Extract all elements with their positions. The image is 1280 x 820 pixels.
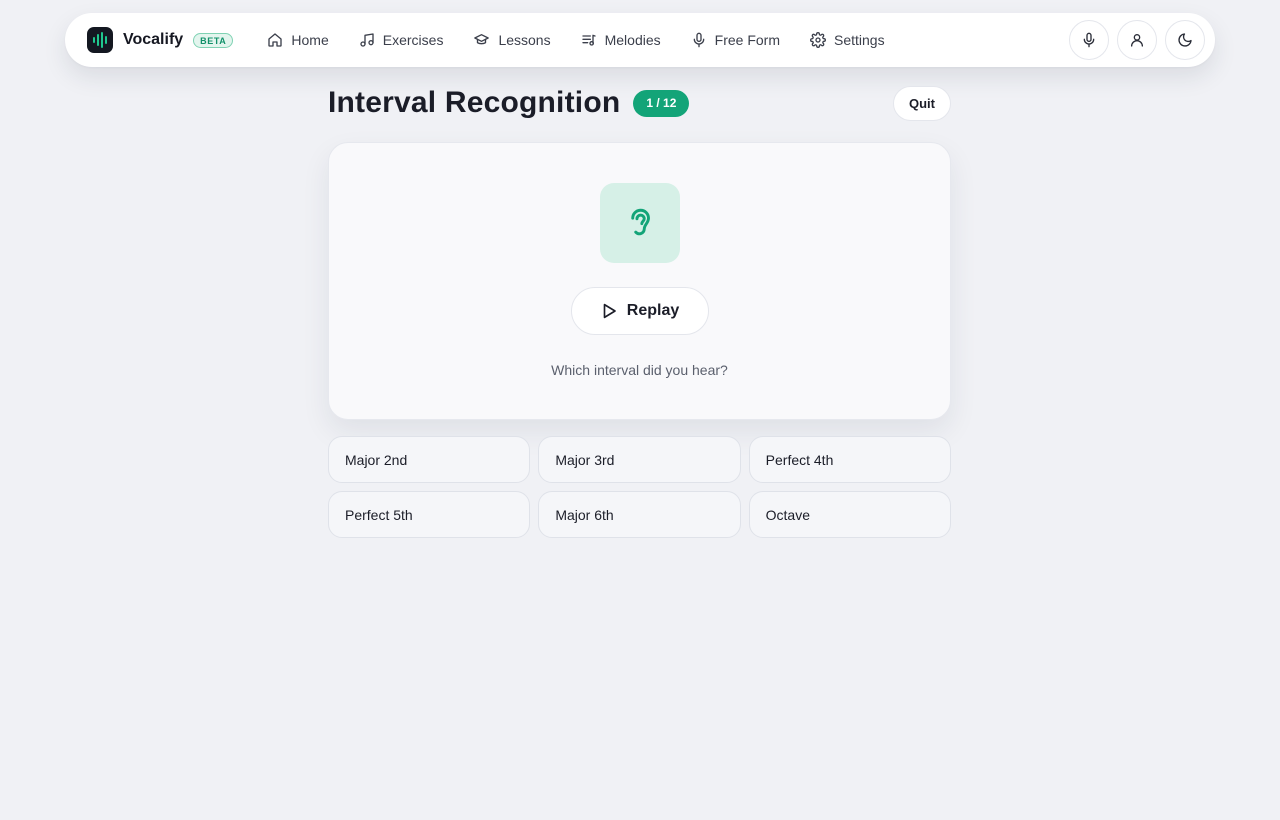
music-list-icon — [581, 34, 596, 46]
brand[interactable]: Vocalify BETA — [87, 27, 234, 53]
nav-item-label: Melodies — [604, 32, 661, 48]
microphone-icon — [1083, 32, 1095, 48]
ear-icon — [630, 208, 650, 236]
question-prompt: Which interval did you hear? — [551, 362, 728, 378]
answer-options: Major 2nd Major 3rd Perfect 4th Perfect … — [328, 436, 951, 538]
music-note-icon — [360, 33, 374, 47]
main-nav: Home Exercises Lessons Melodies Free For… — [267, 32, 914, 48]
nav-item-home[interactable]: Home — [267, 32, 329, 48]
replay-label: Replay — [626, 302, 680, 319]
nav-item-label: Free Form — [714, 32, 780, 48]
home-icon — [268, 33, 283, 47]
moon-icon — [1178, 33, 1192, 47]
sound-wave-logo-icon — [87, 27, 113, 53]
nav-item-lessons[interactable]: Lessons — [473, 32, 551, 48]
exercise-panel: Interval Recognition 1 / 12 Quit Replay … — [328, 85, 951, 538]
microphone-icon — [693, 32, 704, 48]
top-navbar: Vocalify BETA Home Exercises Lessons Mel… — [65, 13, 1215, 67]
nav-item-label: Settings — [833, 32, 885, 48]
gear-icon — [810, 32, 826, 48]
option-major-3rd[interactable]: Major 3rd — [538, 436, 741, 483]
ear-tile — [599, 183, 680, 263]
user-icon — [1131, 34, 1143, 47]
microphone-button[interactable] — [1069, 20, 1109, 60]
option-perfect-5th[interactable]: Perfect 5th — [328, 491, 531, 538]
option-major-6th[interactable]: Major 6th — [538, 491, 741, 538]
page-title: Interval Recognition — [328, 86, 621, 119]
nav-item-label: Home — [291, 32, 329, 48]
option-perfect-4th[interactable]: Perfect 4th — [748, 436, 951, 483]
profile-button[interactable] — [1117, 20, 1157, 60]
question-card: Replay Which interval did you hear? — [328, 142, 951, 420]
graduation-cap-icon — [474, 34, 490, 45]
option-major-2nd[interactable]: Major 2nd — [328, 436, 531, 483]
theme-toggle-button[interactable] — [1165, 20, 1205, 60]
replay-button[interactable]: Replay — [570, 287, 709, 335]
exercise-header: Interval Recognition 1 / 12 Quit — [328, 85, 951, 121]
option-octave[interactable]: Octave — [748, 491, 951, 538]
nav-item-label: Lessons — [498, 32, 551, 48]
beta-badge: BETA — [193, 32, 234, 48]
brand-name: Vocalify — [123, 31, 184, 48]
nav-item-exercises[interactable]: Exercises — [359, 32, 444, 48]
nav-item-melodies[interactable]: Melodies — [581, 32, 661, 48]
nav-item-settings[interactable]: Settings — [810, 32, 885, 48]
progress-badge: 1 / 12 — [633, 89, 690, 117]
quit-button[interactable]: Quit — [893, 85, 951, 121]
navbar-actions — [1061, 20, 1205, 60]
nav-item-label: Exercises — [382, 32, 444, 48]
play-icon — [603, 303, 616, 319]
nav-item-free-form[interactable]: Free Form — [691, 32, 780, 48]
